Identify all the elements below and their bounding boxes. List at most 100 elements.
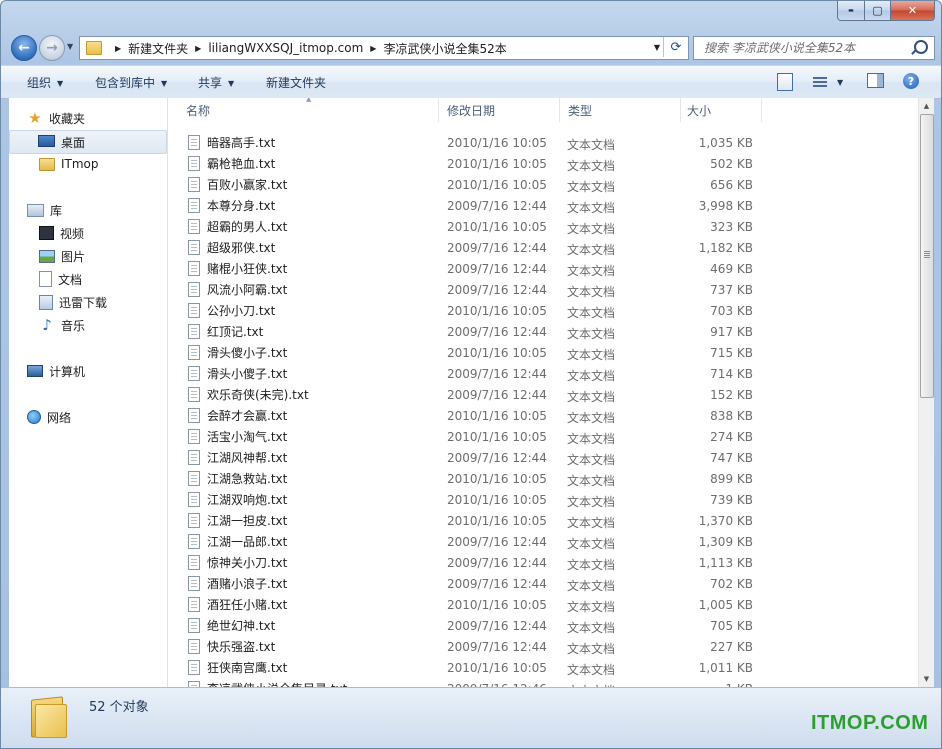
organize-button[interactable]: 组织 ▼ <box>27 74 63 91</box>
breadcrumb-item[interactable]: 李凉武侠小说全集52本 <box>383 40 506 57</box>
change-view-icon[interactable] <box>813 73 829 91</box>
file-row[interactable]: 江湖一品郎.txt 2009/7/16 12:44 文本文档 1,309 KB <box>168 530 918 551</box>
address-dropdown-icon[interactable]: ▼ <box>654 43 660 52</box>
file-size: 3,998 KB <box>698 199 753 213</box>
file-row[interactable]: 超级邪侠.txt 2009/7/16 12:44 文本文档 1,182 KB <box>168 236 918 257</box>
document-icon <box>39 271 52 287</box>
close-icon: ✕ <box>907 4 918 17</box>
file-row[interactable]: 风流小阿霸.txt 2009/7/16 12:44 文本文档 737 KB <box>168 278 918 299</box>
file-size: 1,309 KB <box>698 535 753 549</box>
file-date: 2010/1/16 10:05 <box>447 178 547 192</box>
minimize-button[interactable]: ▬ <box>837 1 865 21</box>
sidebar-item-xunlei[interactable]: 迅雷下载 <box>39 291 165 313</box>
scrollbar-thumb[interactable] <box>920 114 934 398</box>
file-row[interactable]: 滑头小傻子.txt 2009/7/16 12:44 文本文档 714 KB <box>168 362 918 383</box>
file-row[interactable]: 江湖风神帮.txt 2009/7/16 12:44 文本文档 747 KB <box>168 446 918 467</box>
file-date: 2009/7/16 12:44 <box>447 451 547 465</box>
preview-pane-icon[interactable] <box>867 73 884 88</box>
breadcrumb-separator-icon[interactable]: ▶ <box>195 44 201 53</box>
file-row[interactable]: 江湖一担皮.txt 2010/1/16 10:05 文本文档 1,370 KB <box>168 509 918 530</box>
breadcrumb-item[interactable]: 新建文件夹 <box>128 40 188 57</box>
refresh-button[interactable]: ⟳ <box>663 37 688 57</box>
scroll-down-button[interactable]: ▼ <box>919 671 934 687</box>
search-icon[interactable] <box>914 40 928 54</box>
sidebar-item-computer[interactable]: 计算机 <box>27 360 165 382</box>
file-row[interactable]: 江湖急救站.txt 2010/1/16 10:05 文本文档 899 KB <box>168 467 918 488</box>
file-name: 酒狂任小赌.txt <box>207 598 288 612</box>
sidebar-item-music[interactable]: ♪ 音乐 <box>39 314 165 336</box>
file-date: 2009/7/16 12:44 <box>447 367 547 381</box>
file-date: 2009/7/16 12:44 <box>447 619 547 633</box>
file-row[interactable]: 酒赌小浪子.txt 2009/7/16 12:44 文本文档 702 KB <box>168 572 918 593</box>
library-icon <box>27 203 44 217</box>
file-row[interactable]: 李凉武侠小说全集目录.txt2009/7/16 12:46文本文档1 KB <box>168 677 918 687</box>
file-name-cell: 会醉才会赢.txt <box>188 407 287 424</box>
file-type: 文本文档 <box>567 138 616 152</box>
sidebar-item-pictures[interactable]: 图片 <box>39 245 165 267</box>
sidebar-item-video[interactable]: 视频 <box>39 222 165 244</box>
sidebar-item-documents[interactable]: 文档 <box>39 268 165 290</box>
file-row[interactable]: 超霸的男人.txt 2010/1/16 10:05 文本文档 323 KB <box>168 215 918 236</box>
file-row[interactable]: 红顶记.txt 2009/7/16 12:44 文本文档 917 KB <box>168 320 918 341</box>
new-folder-button[interactable]: 新建文件夹 <box>266 74 326 91</box>
sidebar-item-library[interactable]: 库 <box>27 199 165 221</box>
text-file-icon <box>188 303 200 318</box>
column-header-name[interactable]: ▲ 名称 <box>168 98 439 122</box>
breadcrumb-item[interactable]: liliangWXXSQJ_itmop.com <box>208 41 363 55</box>
sidebar-item-favorites[interactable]: ★ 收藏夹 <box>27 107 165 129</box>
file-row[interactable]: 活宝小淘气.txt 2010/1/16 10:05 文本文档 274 KB <box>168 425 918 446</box>
file-type: 文本文档 <box>567 621 616 635</box>
content-area: ★ 收藏夹 桌面 ITmop 库 视频 图片 文档 迅雷下载 ♪ 音乐 计算机 网络… <box>9 98 934 687</box>
file-row[interactable]: 江湖双响炮.txt 2010/1/16 10:05 文本文档 739 KB <box>168 488 918 509</box>
text-file-icon <box>188 576 200 591</box>
text-file-icon <box>188 219 200 234</box>
sidebar-item-itmop[interactable]: ITmop <box>39 153 165 175</box>
breadcrumb-separator-icon[interactable]: ▶ <box>115 44 121 53</box>
file-name: 公孙小刀.txt <box>207 304 276 318</box>
view-options-dropdown-icon[interactable]: ▼ <box>837 73 843 91</box>
maximize-button[interactable]: ▢ <box>865 1 891 21</box>
file-row[interactable]: 霸枪艳血.txt 2010/1/16 10:05 文本文档 502 KB <box>168 152 918 173</box>
file-row[interactable]: 快乐强盗.txt 2009/7/16 12:44 文本文档 227 KB <box>168 635 918 656</box>
address-bar[interactable]: ▶ 新建文件夹 ▶ liliangWXXSQJ_itmop.com ▶ 李凉武侠… <box>79 36 689 60</box>
file-row[interactable]: 暗器高手.txt 2010/1/16 10:05 文本文档 1,035 KB <box>168 131 918 152</box>
file-row[interactable]: 滑头傻小子.txt 2010/1/16 10:05 文本文档 715 KB <box>168 341 918 362</box>
file-row[interactable]: 欢乐奇侠(未完).txt 2009/7/16 12:44 文本文档 152 KB <box>168 383 918 404</box>
file-row[interactable]: 百败小赢家.txt 2010/1/16 10:05 文本文档 656 KB <box>168 173 918 194</box>
column-header-date[interactable]: 修改日期 <box>440 98 560 122</box>
include-in-library-button[interactable]: 包含到库中 ▼ <box>95 74 167 91</box>
vertical-scrollbar[interactable]: ▲ ▼ <box>918 98 934 687</box>
scroll-up-button[interactable]: ▲ <box>919 98 934 114</box>
forward-button[interactable]: → <box>39 35 65 61</box>
edit-document-icon[interactable] <box>777 73 793 91</box>
recent-pages-dropdown[interactable]: ▼ <box>67 42 73 51</box>
file-type: 文本文档 <box>567 306 616 320</box>
help-icon[interactable]: ? <box>903 73 919 89</box>
details-pane: 52 个对象 ITMOP.COM <box>1 687 941 748</box>
file-row[interactable]: 本尊分身.txt 2009/7/16 12:44 文本文档 3,998 KB <box>168 194 918 215</box>
breadcrumb-separator-icon[interactable]: ▶ <box>370 44 376 53</box>
sidebar-item-desktop[interactable]: 桌面 <box>9 130 167 154</box>
close-button[interactable]: ✕ <box>891 1 935 21</box>
back-button[interactable]: ← <box>11 35 37 61</box>
file-name-cell: 百败小赢家.txt <box>188 176 287 193</box>
file-row[interactable]: 会醉才会赢.txt 2010/1/16 10:05 文本文档 838 KB <box>168 404 918 425</box>
sidebar-item-network[interactable]: 网络 <box>27 406 165 428</box>
file-date: 2009/7/16 12:44 <box>447 241 547 255</box>
column-header-size[interactable]: 大小 <box>682 98 762 122</box>
file-date: 2010/1/16 10:05 <box>447 493 547 507</box>
file-size: 323 KB <box>710 220 753 234</box>
file-row[interactable]: 狂侠南宫鹰.txt 2010/1/16 10:05 文本文档 1,011 KB <box>168 656 918 677</box>
file-row[interactable]: 绝世幻神.txt 2009/7/16 12:44 文本文档 705 KB <box>168 614 918 635</box>
file-size: 1,113 KB <box>698 556 753 570</box>
file-row[interactable]: 酒狂任小赌.txt 2010/1/16 10:05 文本文档 1,005 KB <box>168 593 918 614</box>
file-row[interactable]: 赌棍小狂侠.txt 2009/7/16 12:44 文本文档 469 KB <box>168 257 918 278</box>
file-row[interactable]: 惊神关小刀.txt 2009/7/16 12:44 文本文档 1,113 KB <box>168 551 918 572</box>
search-input[interactable] <box>702 40 911 56</box>
file-size: 715 KB <box>710 346 753 360</box>
share-button[interactable]: 共享 ▼ <box>198 74 234 91</box>
file-row[interactable]: 公孙小刀.txt 2010/1/16 10:05 文本文档 703 KB <box>168 299 918 320</box>
column-header-type[interactable]: 类型 <box>561 98 681 122</box>
file-type: 文本文档 <box>567 474 616 488</box>
computer-icon <box>27 365 43 377</box>
